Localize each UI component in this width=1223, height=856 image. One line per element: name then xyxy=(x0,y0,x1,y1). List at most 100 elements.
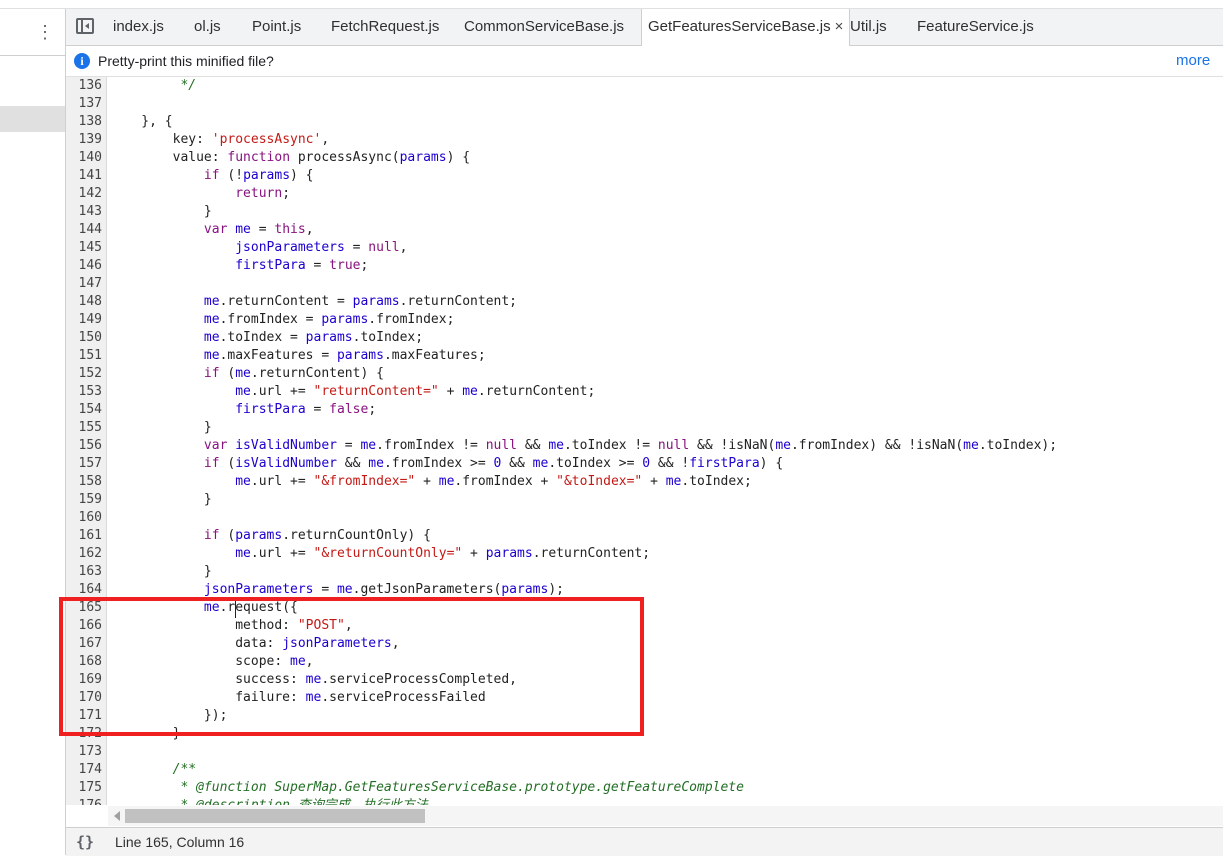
line-number[interactable]: 158 xyxy=(66,473,102,491)
line-number[interactable]: 138 xyxy=(66,113,102,131)
code-line: 163 } xyxy=(66,563,1223,581)
tab-label: FeatureService.js xyxy=(917,18,1034,35)
line-number[interactable]: 159 xyxy=(66,491,102,509)
code-text: me.url += "&fromIndex=" + me.fromIndex +… xyxy=(235,474,752,489)
scrollbar-thumb[interactable] xyxy=(125,809,425,823)
editor-tab-bar: index.js ol.js Point.js FetchRequest.js … xyxy=(66,9,1223,46)
learn-more-link[interactable]: more xyxy=(1176,46,1210,76)
code-line: 145 jsonParameters = null, xyxy=(66,239,1223,257)
tab-label: GetFeaturesServiceBase.js xyxy=(648,18,831,35)
code-text: value: function processAsync(params) { xyxy=(110,150,471,165)
code-text: if (params.returnCountOnly) { xyxy=(203,528,431,543)
close-tab-icon[interactable]: × xyxy=(835,18,844,35)
code-line: 138 }, { xyxy=(66,113,1223,131)
code-text: } xyxy=(110,564,212,579)
line-number[interactable]: 150 xyxy=(66,329,102,347)
tab-util-js[interactable]: Util.js xyxy=(850,9,887,45)
code-line: 151 me.maxFeatures = params.maxFeatures; xyxy=(66,347,1223,365)
line-number[interactable]: 161 xyxy=(66,527,102,545)
code-text: var me = this, xyxy=(203,222,314,237)
line-number[interactable]: 140 xyxy=(66,149,102,167)
line-number[interactable]: 175 xyxy=(66,779,102,797)
tab-featureservice-js[interactable]: FeatureService.js xyxy=(917,9,1034,45)
code-line: 173 xyxy=(66,743,1223,761)
cursor-position: Line 165, Column 16 xyxy=(115,834,245,850)
tab-label: FetchRequest.js xyxy=(331,18,440,35)
code-line: 160 xyxy=(66,509,1223,527)
infobar-message: Pretty-print this minified file? xyxy=(98,53,274,69)
code-line: 174 /** xyxy=(66,761,1223,779)
line-number[interactable]: 145 xyxy=(66,239,102,257)
line-number[interactable]: 173 xyxy=(66,743,102,761)
line-number[interactable]: 141 xyxy=(66,167,102,185)
line-number[interactable]: 137 xyxy=(66,95,102,113)
code-text: me.url += "&returnCountOnly=" + params.r… xyxy=(235,546,651,561)
scroll-left-icon[interactable] xyxy=(114,811,120,821)
code-line: 162 me.url += "&returnCountOnly=" + para… xyxy=(66,545,1223,563)
code-text: firstPara = true; xyxy=(235,258,369,273)
toggle-navigator-icon[interactable] xyxy=(76,18,94,34)
code-text: me.url += "returnContent=" + me.returnCo… xyxy=(235,384,596,399)
tab-getfeaturesservicebase-js[interactable]: GetFeaturesServiceBase.js × xyxy=(641,9,851,46)
code-line: 139 key: 'processAsync', xyxy=(66,131,1223,149)
code-line: 140 value: function processAsync(params)… xyxy=(66,149,1223,167)
line-number[interactable]: 144 xyxy=(66,221,102,239)
code-line: 149 me.fromIndex = params.fromIndex; xyxy=(66,311,1223,329)
line-number[interactable]: 157 xyxy=(66,455,102,473)
more-options-icon[interactable]: ⋮ xyxy=(36,21,54,43)
line-number[interactable]: 154 xyxy=(66,401,102,419)
code-line: 154 firstPara = false; xyxy=(66,401,1223,419)
code-line: 143 } xyxy=(66,203,1223,221)
pretty-print-button[interactable]: {} xyxy=(76,828,94,856)
code-line: 157 if (isValidNumber && me.fromIndex >=… xyxy=(66,455,1223,473)
code-text: return; xyxy=(235,186,291,201)
text-cursor xyxy=(235,601,236,618)
line-number[interactable]: 152 xyxy=(66,365,102,383)
tab-fetchrequest-js[interactable]: FetchRequest.js xyxy=(331,9,439,45)
code-line: 152 if (me.returnContent) { xyxy=(66,365,1223,383)
line-number[interactable]: 136 xyxy=(66,77,102,95)
code-text: * @function SuperMap.GetFeaturesServiceB… xyxy=(110,780,744,795)
line-number[interactable]: 162 xyxy=(66,545,102,563)
code-text: /** xyxy=(110,762,197,777)
horizontal-scrollbar[interactable] xyxy=(108,806,1223,826)
code-text: } xyxy=(110,492,212,507)
code-line: 159 } xyxy=(66,491,1223,509)
line-number[interactable]: 163 xyxy=(66,563,102,581)
line-number[interactable]: 148 xyxy=(66,293,102,311)
tab-commonservicebase-js[interactable]: CommonServiceBase.js xyxy=(464,9,624,45)
line-number[interactable]: 149 xyxy=(66,311,102,329)
code-line: 142 return; xyxy=(66,185,1223,203)
info-icon: i xyxy=(74,53,90,69)
tab-label: ol.js xyxy=(194,18,221,35)
code-line: 150 me.toIndex = params.toIndex; xyxy=(66,329,1223,347)
tab-index-js[interactable]: index.js xyxy=(113,9,164,45)
code-text: if (!params) { xyxy=(203,168,314,183)
pretty-print-infobar: i Pretty-print this minified file? more xyxy=(66,46,1223,77)
code-line: 137 xyxy=(66,95,1223,113)
line-number[interactable]: 151 xyxy=(66,347,102,365)
line-number[interactable]: 143 xyxy=(66,203,102,221)
line-number[interactable]: 156 xyxy=(66,437,102,455)
code-line: 144 var me = this, xyxy=(66,221,1223,239)
tab-ol-js[interactable]: ol.js xyxy=(194,9,221,45)
tab-point-js[interactable]: Point.js xyxy=(252,9,301,45)
code-line: 136 */ xyxy=(66,77,1223,95)
line-number[interactable]: 147 xyxy=(66,275,102,293)
line-number[interactable]: 160 xyxy=(66,509,102,527)
status-bar: {} Line 165, Column 16 xyxy=(66,827,1223,856)
line-number[interactable]: 155 xyxy=(66,419,102,437)
line-number[interactable]: 142 xyxy=(66,185,102,203)
line-number[interactable]: 139 xyxy=(66,131,102,149)
line-number[interactable]: 174 xyxy=(66,761,102,779)
line-number[interactable]: 176 xyxy=(66,797,102,805)
line-number[interactable]: 146 xyxy=(66,257,102,275)
code-text: */ xyxy=(110,78,197,93)
code-text: var isValidNumber = me.fromIndex != null… xyxy=(203,438,1058,453)
annotation-highlight-box xyxy=(59,597,644,736)
selected-file-row[interactable] xyxy=(0,106,65,132)
code-line: 156 var isValidNumber = me.fromIndex != … xyxy=(66,437,1223,455)
line-number[interactable]: 153 xyxy=(66,383,102,401)
code-line: 175 * @function SuperMap.GetFeaturesServ… xyxy=(66,779,1223,797)
code-text: } xyxy=(110,420,212,435)
